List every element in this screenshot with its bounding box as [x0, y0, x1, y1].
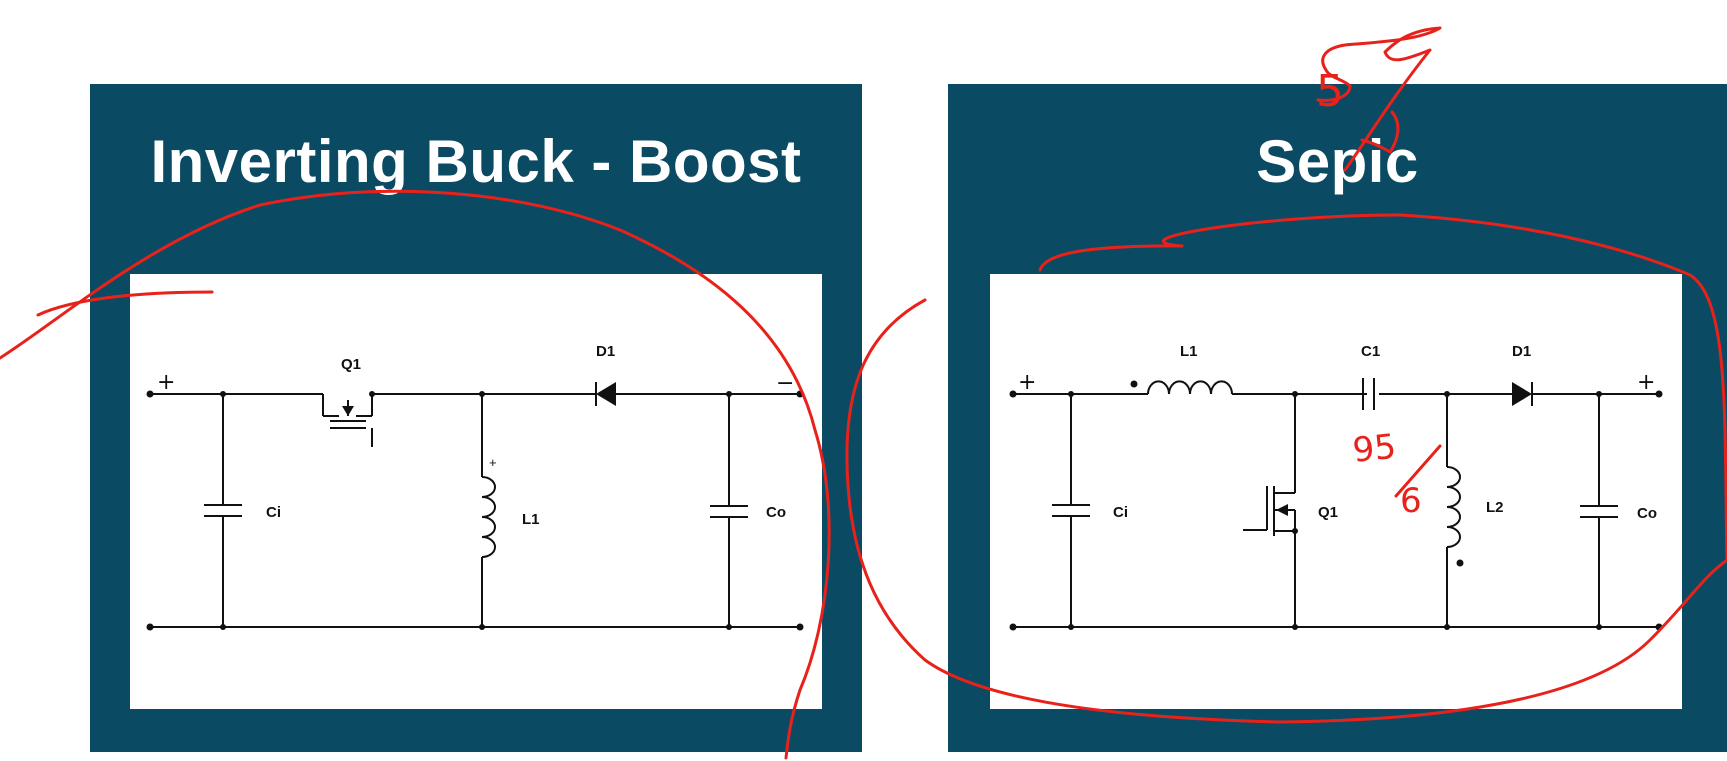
inverting-buck-boost-panel: Inverting Buck - Boost: [90, 84, 862, 752]
slide: Inverting Buck - Boost Sepic + − Ci Q1 L…: [0, 0, 1727, 761]
sepic-panel: Sepic: [948, 84, 1727, 752]
schematic-canvas-left: [130, 274, 822, 709]
schematic-canvas-right: [990, 274, 1682, 709]
panel-title-inverting-buck-boost: Inverting Buck - Boost: [150, 128, 802, 195]
panel-title-sepic: Sepic: [1256, 128, 1419, 195]
